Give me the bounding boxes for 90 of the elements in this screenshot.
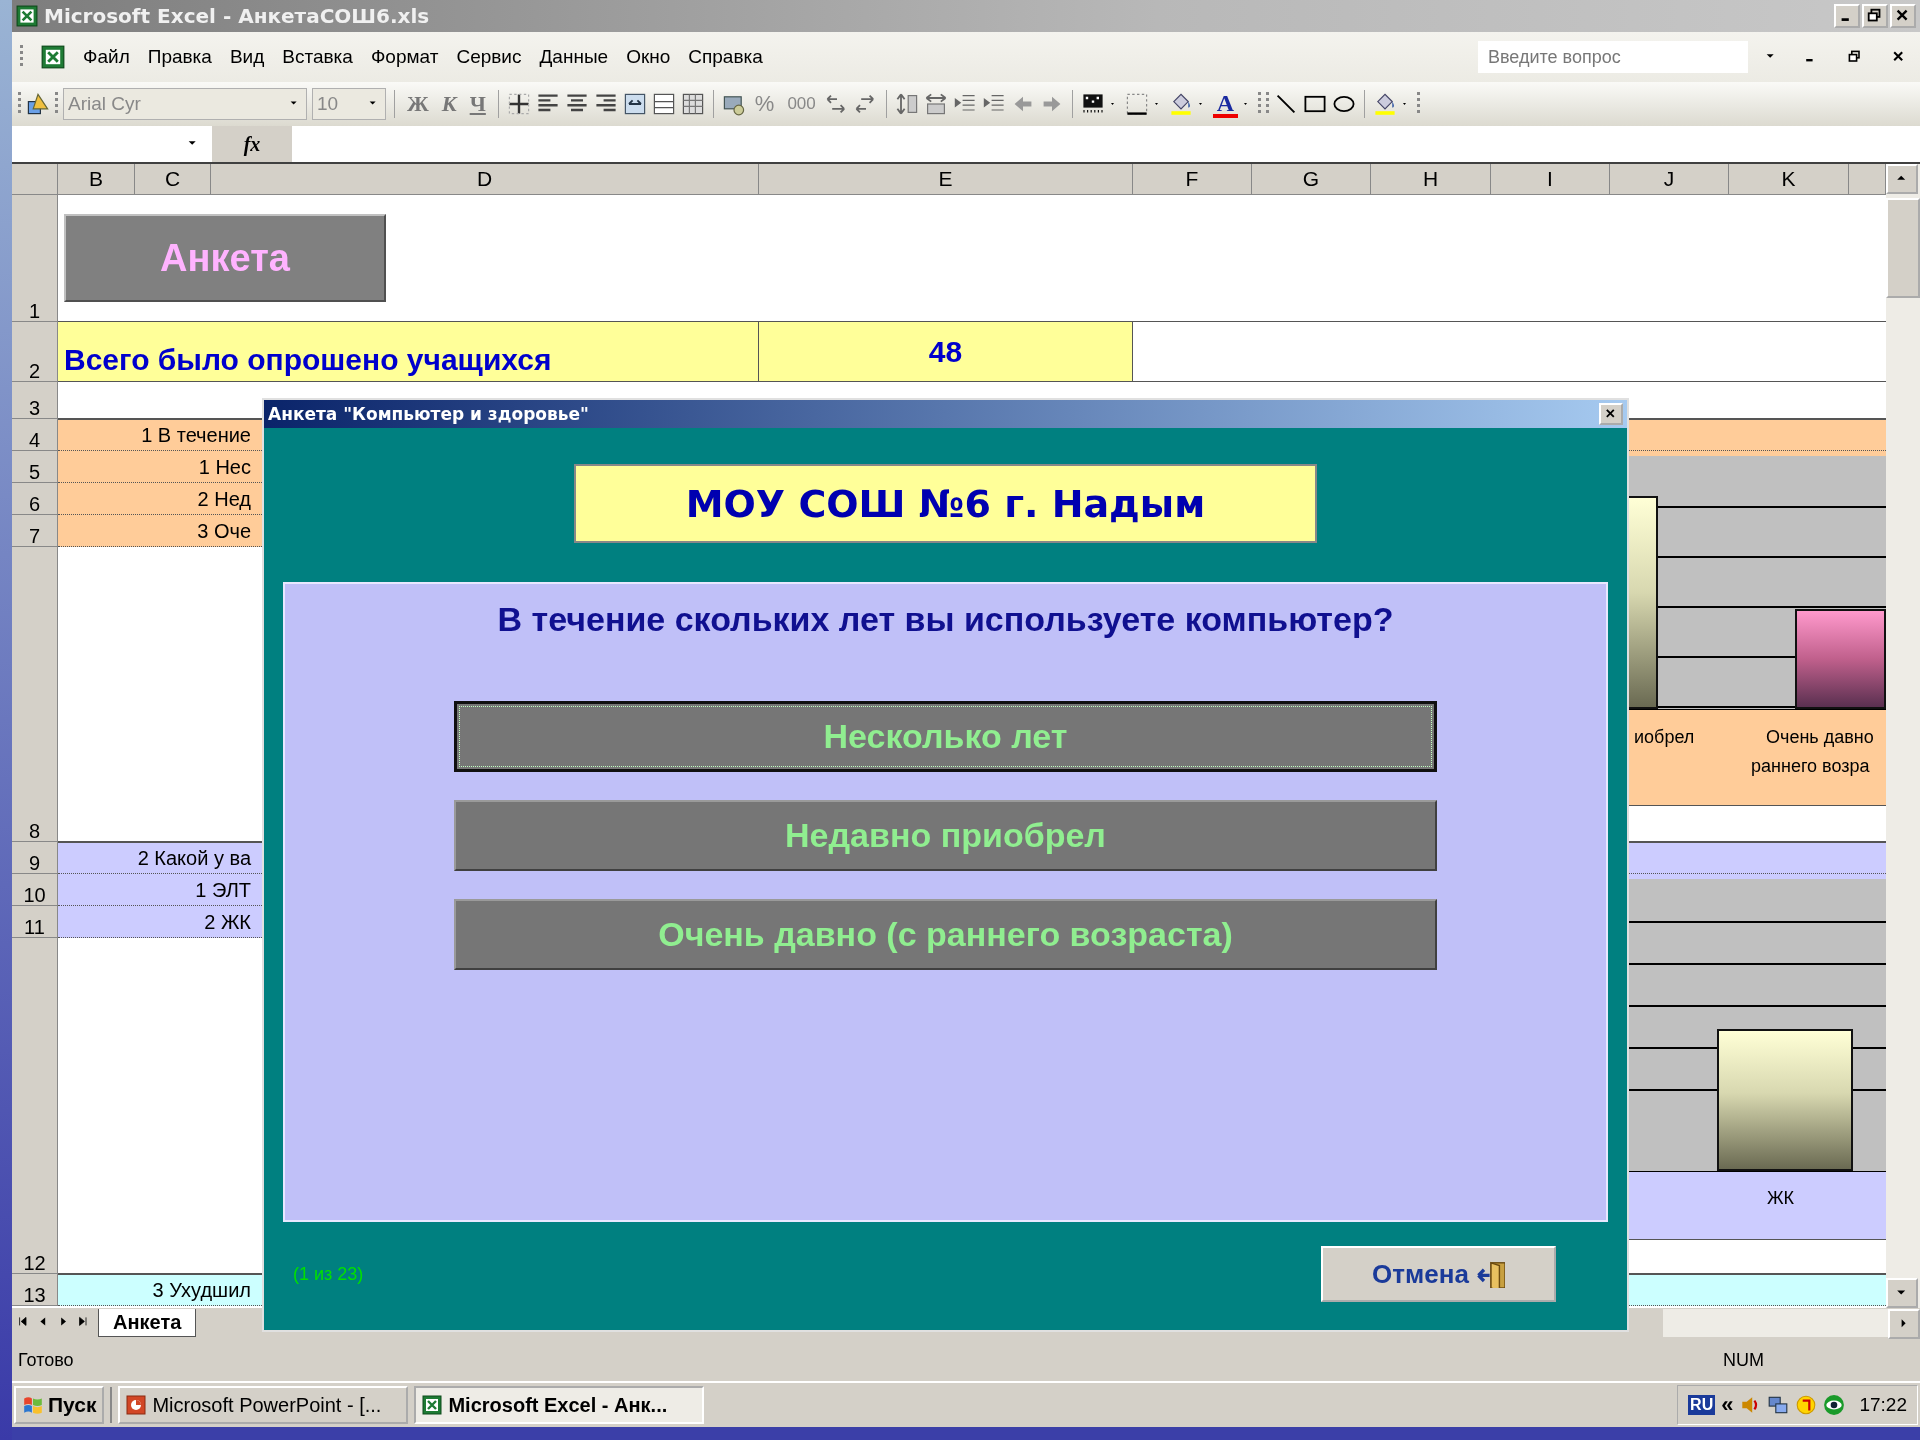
- scroll-thumb[interactable]: [1886, 198, 1920, 298]
- column-header[interactable]: H: [1371, 164, 1491, 195]
- column-header[interactable]: F: [1133, 164, 1252, 195]
- underline-button[interactable]: Ч: [465, 89, 490, 119]
- horizontal-scrollbar[interactable]: [1663, 1309, 1920, 1337]
- table-cell: 48: [759, 322, 1133, 382]
- question-text: В течение скольких лет вы используете компьютер?: [497, 600, 1394, 639]
- start-button[interactable]: Пуск: [14, 1386, 105, 1424]
- column-header[interactable]: K: [1729, 164, 1849, 195]
- column-header[interactable]: E: [759, 164, 1133, 195]
- axis-label: ЖК: [1767, 1188, 1795, 1209]
- excel-icon: [41, 45, 65, 69]
- taskbar-button[interactable]: Microsoft Excel - Анк...: [414, 1386, 705, 1424]
- presentation-icon[interactable]: [126, 1395, 147, 1415]
- column-width-icon[interactable]: [923, 92, 948, 116]
- clock: 17:22: [1859, 1394, 1907, 1416]
- row-header[interactable]: 4: [12, 419, 58, 451]
- status-text: Готово: [18, 1350, 74, 1371]
- row-header[interactable]: 5: [12, 451, 58, 483]
- grid-icon[interactable]: [680, 92, 705, 116]
- toolbar-grip-icon: [18, 92, 21, 116]
- menu-item[interactable]: Правка: [147, 46, 212, 68]
- row-header[interactable]: 6: [12, 483, 58, 515]
- column-header[interactable]: I: [1491, 164, 1610, 195]
- excel-icon: [16, 5, 38, 27]
- toolbar-grip-icon: [20, 45, 23, 69]
- dialog-title: Анкета "Компьютер и здоровье": [268, 404, 589, 424]
- row-header[interactable]: 2: [12, 322, 58, 382]
- fill-color-icon[interactable]: [1373, 92, 1398, 116]
- cell-borders-icon[interactable]: [1124, 92, 1149, 116]
- row-header[interactable]: 10: [12, 874, 58, 906]
- menu-item[interactable]: Вставка: [282, 46, 353, 68]
- italic-button[interactable]: К: [437, 89, 461, 119]
- font-color-button[interactable]: A: [1212, 90, 1239, 118]
- taskbar-button[interactable]: Microsoft PowerPoint - [...: [118, 1386, 409, 1424]
- menu-item[interactable]: Сервис: [456, 46, 522, 68]
- num-lock-indicator: NUM: [1723, 1350, 1764, 1371]
- row-header[interactable]: 7: [12, 515, 58, 547]
- help-search-field[interactable]: Введите вопрос: [1478, 41, 1748, 73]
- window-title: Microsoft Excel - АнкетаСОШ6.xls: [44, 4, 430, 28]
- school-name-banner: МОУ СОШ №6 г. Надым: [574, 464, 1317, 543]
- axis-label: раннего возра: [1751, 756, 1870, 777]
- restore-icon[interactable]: [1847, 49, 1863, 65]
- menu-item[interactable]: Формат: [370, 46, 439, 68]
- column-header[interactable]: B: [58, 164, 135, 195]
- table-cell: Всего было опрошено учащихся: [58, 322, 759, 382]
- sheet-tab[interactable]: Анкета: [98, 1309, 197, 1337]
- toolbar-grip-icon: [1266, 92, 1270, 116]
- menu-item[interactable]: Данные: [539, 46, 609, 68]
- cancel-button[interactable]: Отмена: [1321, 1246, 1556, 1302]
- row-header[interactable]: 8: [12, 547, 58, 842]
- toolbar-grip-icon: [55, 92, 58, 116]
- spreadsheet-icon[interactable]: [422, 1395, 443, 1415]
- menu-item[interactable]: Файл: [83, 46, 130, 68]
- language-indicator[interactable]: RU: [1688, 1395, 1716, 1415]
- column-header[interactable]: J: [1610, 164, 1729, 195]
- axis-label: иобрел: [1634, 727, 1695, 748]
- function-button[interactable]: fx: [212, 126, 292, 162]
- toolbar-grip-icon: [1417, 92, 1421, 116]
- exit-door-icon[interactable]: [1476, 1260, 1505, 1288]
- circle-icon[interactable]: [1795, 1394, 1818, 1416]
- windows-flag-icon[interactable]: [22, 1394, 44, 1416]
- expand-tray-button[interactable]: «: [1721, 1392, 1734, 1418]
- borders-icon[interactable]: [506, 92, 531, 116]
- row-header[interactable]: 12: [12, 938, 58, 1274]
- merge-icon[interactable]: [622, 92, 647, 116]
- bold-button[interactable]: Ж: [403, 89, 433, 119]
- network-icon[interactable]: [1767, 1394, 1790, 1416]
- row-header[interactable]: 9: [12, 842, 58, 874]
- eye-icon[interactable]: [1823, 1394, 1846, 1416]
- progress-text: (1 из 23): [293, 1263, 364, 1285]
- column-header[interactable]: C: [135, 164, 211, 195]
- vertical-scrollbar[interactable]: [1886, 164, 1920, 1308]
- row-header[interactable]: 11: [12, 906, 58, 938]
- menu-item[interactable]: Справка: [688, 46, 763, 68]
- row-header[interactable]: 13: [12, 1274, 58, 1306]
- row-header[interactable]: 3: [12, 382, 58, 419]
- menu-item[interactable]: Вид: [229, 46, 265, 68]
- menu-item[interactable]: Окно: [626, 46, 671, 68]
- column-header[interactable]: D: [211, 164, 759, 195]
- row-height-icon[interactable]: [894, 92, 919, 116]
- fill-color-icon[interactable]: [1168, 92, 1193, 116]
- axis-label: Очень давно: [1766, 727, 1874, 748]
- scroll-right-button[interactable]: [1888, 1309, 1920, 1339]
- toolbar-grip-icon: [1258, 92, 1262, 116]
- shapes-icon[interactable]: [26, 92, 50, 116]
- table-icon[interactable]: [651, 92, 676, 116]
- row-header[interactable]: 1: [12, 195, 58, 322]
- column-header[interactable]: G: [1252, 164, 1371, 195]
- close-button[interactable]: [1599, 403, 1623, 425]
